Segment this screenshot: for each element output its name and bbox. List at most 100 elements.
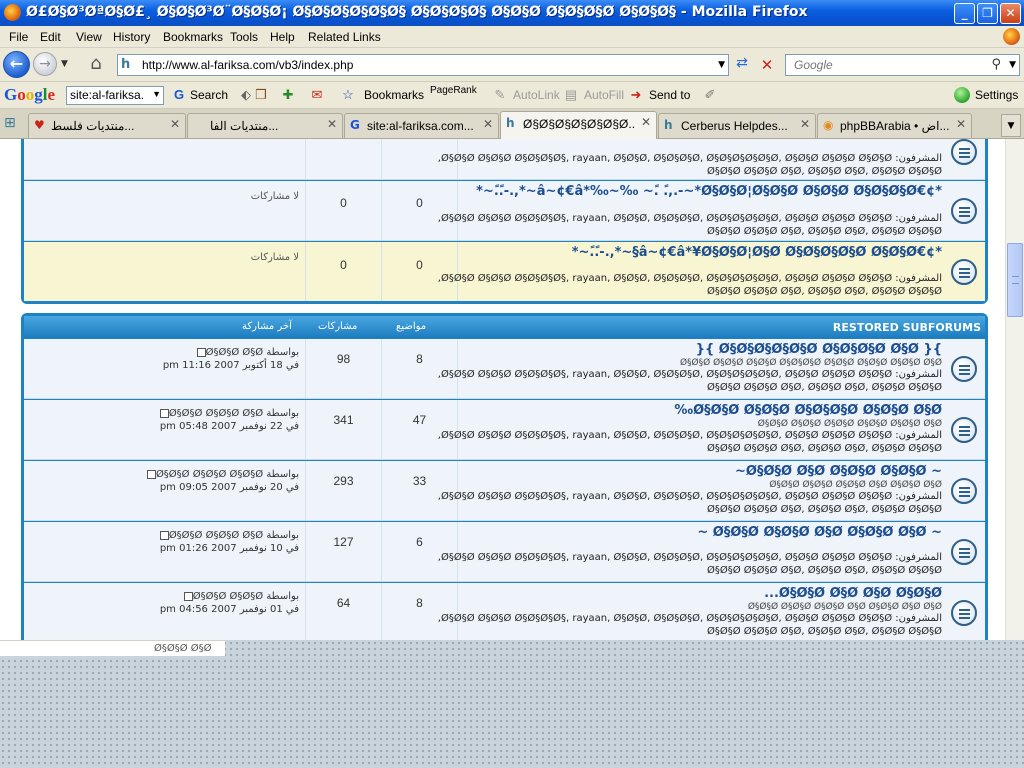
mail-icon[interactable]: ✉: [309, 87, 325, 103]
firefox-window: Ø£Ø§Ø³ØªØ§Ø£¸ Ø§Ø§Ø³Ø¨Ø§Ø§Ø¡ Ø§Ø§Ø§Ø§Ø§Ø…: [0, 0, 1024, 768]
view-post-icon[interactable]: [159, 408, 169, 418]
last-post-author[interactable]: بواسطة Ø§Ø§Ø Ø§Ø§Ø Ø§Ø: [158, 408, 299, 419]
moderators-list-cont: Ø§Ø§Ø Ø§Ø§Ø Ø§Ø, Ø§Ø§Ø Ø§Ø, Ø§Ø§Ø Ø§Ø§Ø: [707, 443, 942, 454]
back-button[interactable]: ←: [3, 51, 30, 78]
forum-status-icon: [951, 356, 977, 382]
posts-count: 98: [336, 352, 351, 366]
last-post-author[interactable]: بواسطة Ø§Ø§Ø Ø§Ø§Ø Ø§Ø: [158, 530, 299, 541]
magnifier-icon[interactable]: ⚲: [991, 57, 1001, 72]
search-engine-dropdown-icon[interactable]: ▼: [1009, 60, 1016, 70]
tab-close-icon[interactable]: ✕: [170, 117, 180, 131]
last-post-date: في 22 نوفمبر 2007 05:48 pm: [159, 421, 299, 432]
close-button[interactable]: ✕: [1000, 3, 1021, 24]
throbber-icon: [1003, 28, 1020, 45]
send-to-button[interactable]: Send to: [649, 88, 690, 102]
autolink-button[interactable]: AutoLink: [513, 88, 560, 102]
all-tabs-button[interactable]: ▼: [1001, 114, 1021, 137]
category-title[interactable]: RESTORED SUBFORUMS: [833, 321, 981, 334]
phpbb-favicon-icon: ◉: [823, 118, 834, 132]
new-tab-icon[interactable]: ⊞: [4, 115, 20, 131]
forum-status-icon: [951, 139, 977, 165]
forum-title-link[interactable]: *¢€â~¢€â*‰~‰ ~.ً .ً,.-~*Ø§Ø§Ø¦Ø§Ø§Ø Ø§Ø§…: [476, 184, 942, 199]
last-post-author[interactable]: بواسطة Ø§Ø§Ø Ø§Ø§Ø Ø§Ø§Ø: [145, 469, 299, 480]
highlighter-icon[interactable]: ✐: [702, 87, 718, 103]
scrollbar-thumb[interactable]: [1007, 243, 1023, 317]
tab-6[interactable]: ◉ phpBBArabia • اض... ✕: [817, 113, 972, 138]
tab-3[interactable]: G site:al-fariksa.com... ✕: [344, 113, 499, 138]
moderators-list-cont: Ø§Ø§Ø Ø§Ø§Ø Ø§Ø, Ø§Ø§Ø Ø§Ø, Ø§Ø§Ø Ø§Ø§Ø: [707, 226, 942, 237]
tab-close-icon[interactable]: ✕: [483, 117, 493, 131]
search-box[interactable]: Google ⚲ ▼: [785, 54, 1020, 76]
forum-row[interactable]: لا مشاركات 0 0 *¢€â~¢€â*‰~‰ ~.ً .ً,.-~*Ø…: [24, 181, 985, 241]
tab-1[interactable]: ♥ منتديات فلسط... ✕: [28, 113, 186, 138]
heart-favicon-icon: ♥: [34, 118, 45, 132]
minimize-button[interactable]: _: [954, 3, 975, 24]
tab-close-icon[interactable]: ✕: [956, 117, 966, 131]
view-post-icon[interactable]: [196, 347, 206, 357]
tab-close-icon[interactable]: ✕: [641, 115, 651, 129]
stop-icon[interactable]: ✕: [757, 55, 777, 75]
reload-icon[interactable]: ⇄: [732, 55, 752, 75]
menu-tools[interactable]: Tools: [230, 30, 258, 44]
view-post-icon[interactable]: [146, 469, 156, 479]
moderators-list: المشرفون: Ø§Ø§Ø Ø§Ø§Ø Ø§Ø§Ø§Ø§, rayaan, …: [437, 153, 942, 164]
url-bar[interactable]: h http://www.al-fariksa.com/vb3/index.ph…: [117, 54, 729, 76]
forward-button[interactable]: →: [33, 52, 57, 76]
history-dropdown-icon[interactable]: ▼: [61, 59, 68, 69]
forum-title-link[interactable]: *¢€â~¢€â*¥Ø§Ø§Ø¦Ø§Ø Ø§Ø§Ø§Ø§Ø Ø§Ø§Ø§~*,.…: [572, 245, 942, 260]
google-search-input[interactable]: site:al-fariksa. ▼: [66, 86, 164, 105]
forum-row[interactable]: المشرفون: Ø§Ø§Ø Ø§Ø§Ø Ø§Ø§Ø§Ø§, rayaan, …: [24, 139, 985, 180]
menu-history[interactable]: History: [113, 30, 150, 44]
url-dropdown-icon[interactable]: ▼: [718, 60, 725, 70]
forum-row[interactable]: بواسطة Ø§Ø§Ø Ø§Ø§Ø في 01 نوفمبر 2007 04:…: [24, 583, 985, 640]
settings-button[interactable]: Settings: [975, 88, 1018, 102]
maximize-button[interactable]: ❐: [977, 3, 998, 24]
puzzle-icon[interactable]: ✚: [280, 87, 296, 103]
google-logo[interactable]: Google: [4, 85, 55, 105]
category-header: RESTORED SUBFORUMS مواضيع مشاركات آخر مش…: [24, 316, 985, 338]
posts-count: 341: [333, 413, 354, 427]
forum-row[interactable]: بواسطة Ø§Ø§Ø Ø§Ø§Ø Ø§Ø في 22 نوفمبر 2007…: [24, 400, 985, 460]
forum-row[interactable]: بواسطة Ø§Ø§Ø Ø§Ø§Ø Ø§Ø§Ø في 20 نوفمبر 20…: [24, 461, 985, 521]
moderators-list: المشرفون: Ø§Ø§Ø Ø§Ø§Ø Ø§Ø§Ø§Ø§, rayaan, …: [437, 491, 942, 502]
tab-strip: ⊞ ♥ منتديات فلسط... ✕ منتديات الفا... ✕ …: [0, 109, 1024, 139]
moderators-list-cont: Ø§Ø§Ø Ø§Ø§Ø Ø§Ø, Ø§Ø§Ø Ø§Ø, Ø§Ø§Ø Ø§Ø§Ø: [707, 382, 942, 393]
last-post-author[interactable]: بواسطة Ø§Ø§Ø Ø§Ø: [195, 347, 299, 358]
forum-description: Ø§Ø§Ø Ø§Ø§Ø Ø§Ø§Ø Ø§Ø§Ø Ø§Ø§Ø Ø§Ø: [757, 419, 942, 429]
forum-title-link[interactable]: }{ Ø§Ø§Ø§Ø§Ø§Ø Ø§Ø§Ø§Ø Ø§Ø }{: [696, 342, 942, 357]
forum-title-link[interactable]: ~ Ø§Ø§Ø Ø§Ø§Ø Ø§Ø Ø§Ø§Ø Ø§Ø ~: [697, 525, 942, 540]
menu-bookmarks[interactable]: Bookmarks: [163, 30, 223, 44]
vertical-scrollbar[interactable]: [1005, 139, 1024, 640]
view-post-icon[interactable]: [183, 591, 193, 601]
tab-4-active[interactable]: h Ø§Ø§Ø§Ø§Ø§Ø§Ø... ✕: [500, 111, 657, 139]
chevron-down-icon[interactable]: ▼: [152, 89, 161, 99]
view-post-icon[interactable]: [159, 530, 169, 540]
more-icon[interactable]: ⬖: [238, 87, 254, 103]
menu-edit[interactable]: Edit: [40, 30, 61, 44]
forum-title-link[interactable]: Ø§Ø§Ø Ø§Ø Ø§Ø Ø§Ø§Ø...: [764, 586, 942, 601]
forum-row[interactable]: بواسطة Ø§Ø§Ø Ø§Ø§Ø Ø§Ø في 10 نوفمبر 2007…: [24, 522, 985, 582]
tab-close-icon[interactable]: ✕: [800, 117, 810, 131]
forum-title-link[interactable]: ~ Ø§Ø§Ø Ø§Ø Ø§Ø§Ø Ø§Ø§Ø~: [735, 464, 942, 479]
menu-file[interactable]: File: [9, 30, 28, 44]
autofill-button[interactable]: AutoFill: [584, 88, 624, 102]
url-text[interactable]: http://www.al-fariksa.com/vb3/index.php: [142, 58, 353, 72]
search-placeholder[interactable]: Google: [794, 58, 833, 72]
forum-row-highlighted[interactable]: لا مشاركات 0 0 *¢€â~¢€â*¥Ø§Ø§Ø¦Ø§Ø Ø§Ø§Ø…: [24, 242, 985, 301]
menu-view[interactable]: View: [76, 30, 102, 44]
menu-related-links[interactable]: Related Links: [308, 30, 381, 44]
forum-row[interactable]: بواسطة Ø§Ø§Ø Ø§Ø في 18 أكتوبر 2007 11:16…: [24, 339, 985, 399]
tab-2[interactable]: منتديات الفا... ✕: [187, 113, 343, 138]
star-icon[interactable]: ☆: [340, 87, 356, 103]
bookmarks-button[interactable]: Bookmarks: [364, 88, 424, 102]
tab-close-icon[interactable]: ✕: [327, 117, 337, 131]
home-button[interactable]: ⌂: [84, 53, 108, 76]
tab-5[interactable]: h Cerberus Helpdes... ✕: [658, 113, 816, 138]
google-search-button[interactable]: Search: [190, 88, 228, 102]
last-post-author[interactable]: بواسطة Ø§Ø§Ø Ø§Ø§Ø: [182, 591, 299, 602]
news-icon[interactable]: ❒: [253, 87, 269, 103]
google-toolbar: Google site:al-fariksa. ▼ G Search ⬖ ❒ ✚…: [0, 82, 1024, 109]
pagerank-button[interactable]: PageRank: [430, 85, 477, 96]
forum-title-link[interactable]: Ø§Ø§Ø Ø§Ø§Ø Ø§Ø§Ø§Ø Ø§Ø§Ø Ø§Ø‰: [674, 403, 942, 418]
menu-help[interactable]: Help: [270, 30, 295, 44]
